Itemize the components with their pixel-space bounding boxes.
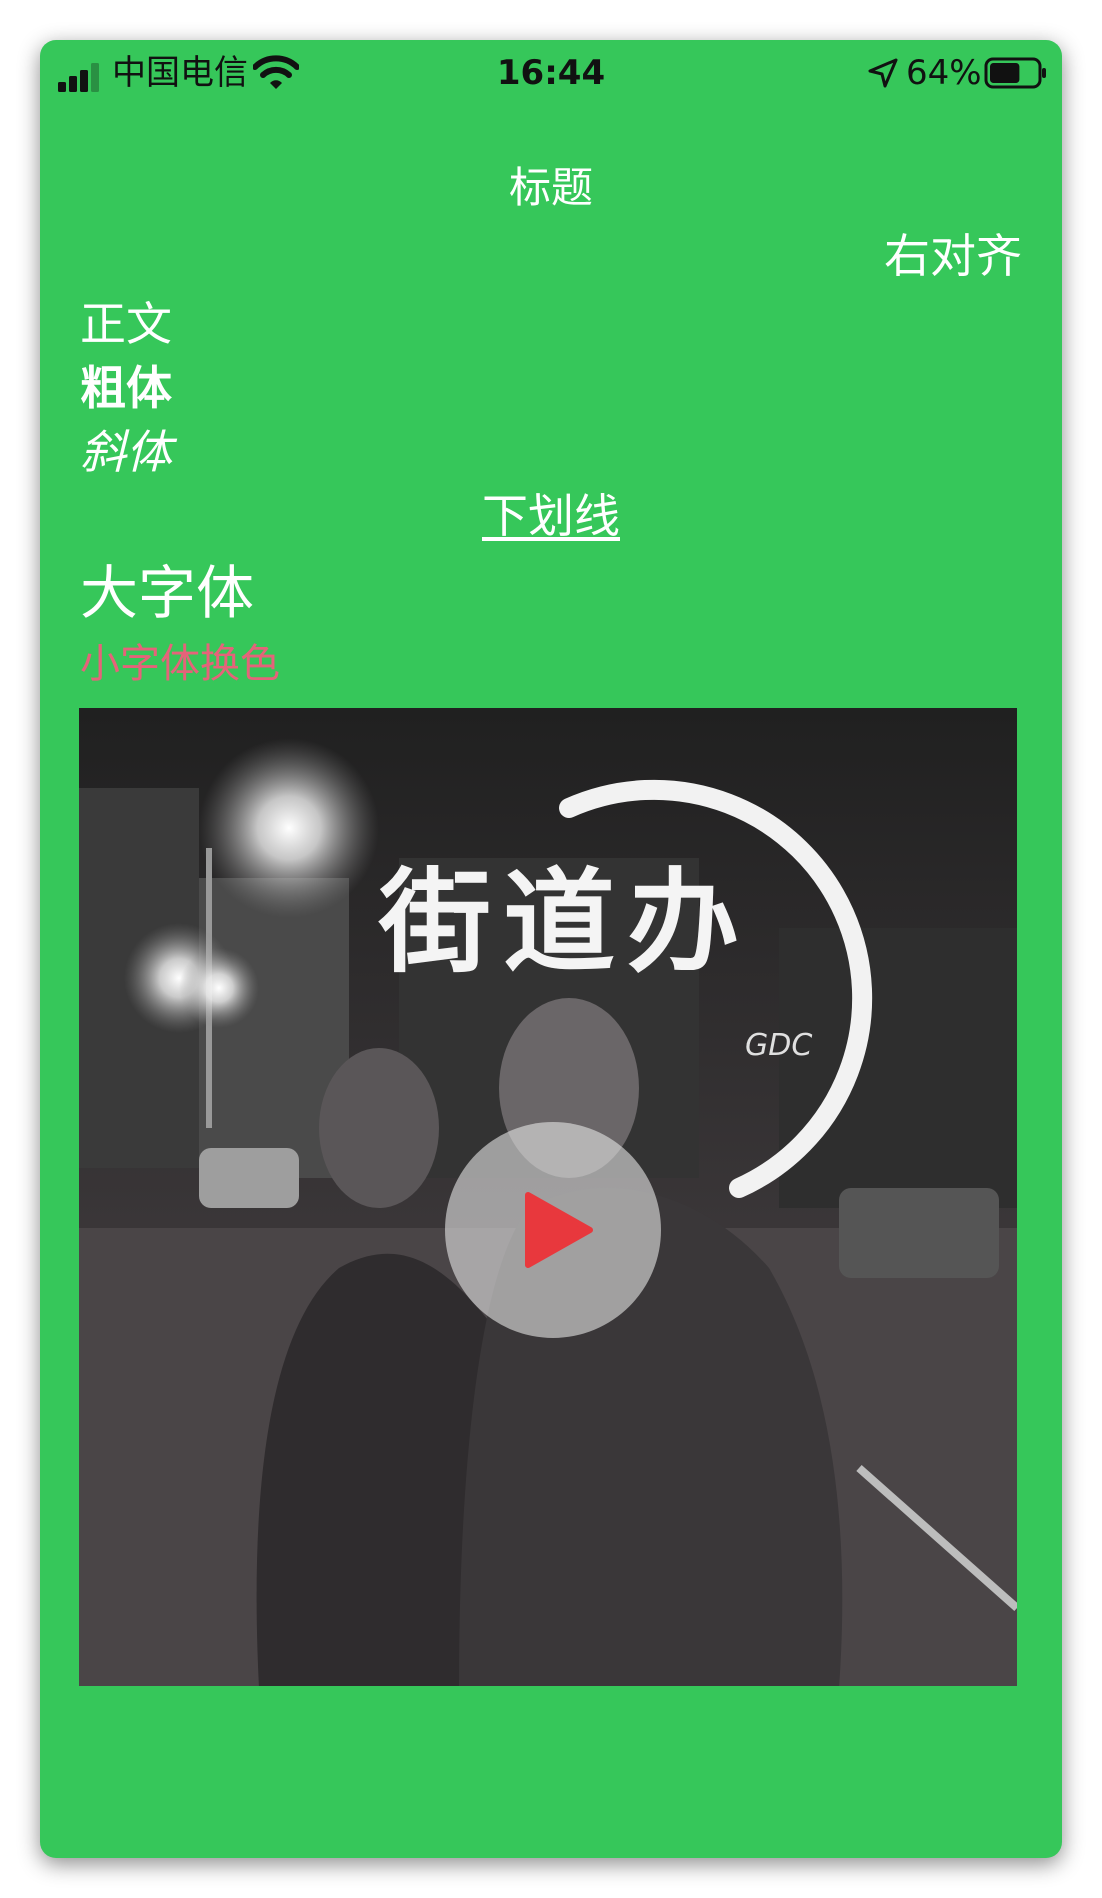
italic-text-label: 斜体 bbox=[80, 425, 172, 479]
large-text-label: 大字体 bbox=[80, 559, 255, 627]
small-colored-text-label: 小字体换色 bbox=[80, 641, 280, 687]
body-text-label: 正文 bbox=[80, 297, 172, 351]
location-arrow-icon bbox=[868, 58, 898, 88]
phone-screen: 中国电信 16:44 64% 标题 右对齐 正文 粗体 斜体 下划线 大字体 小… bbox=[40, 40, 1062, 1858]
status-bar: 中国电信 16:44 64% bbox=[40, 40, 1062, 108]
battery-percentage: 64% bbox=[906, 53, 982, 93]
bold-text-label: 粗体 bbox=[80, 361, 172, 415]
right-aligned-label: 右对齐 bbox=[884, 229, 1022, 283]
title-label: 标题 bbox=[508, 163, 593, 212]
underline-text-label: 下划线 bbox=[482, 489, 620, 543]
play-button[interactable] bbox=[445, 1122, 661, 1338]
video-player[interactable]: 街道办 GDC bbox=[79, 708, 1017, 1686]
play-icon bbox=[525, 1192, 593, 1268]
cover-title-text: 街道办 bbox=[379, 857, 751, 988]
battery-icon bbox=[984, 57, 1046, 89]
cover-subtitle-text: GDC bbox=[745, 1028, 813, 1063]
